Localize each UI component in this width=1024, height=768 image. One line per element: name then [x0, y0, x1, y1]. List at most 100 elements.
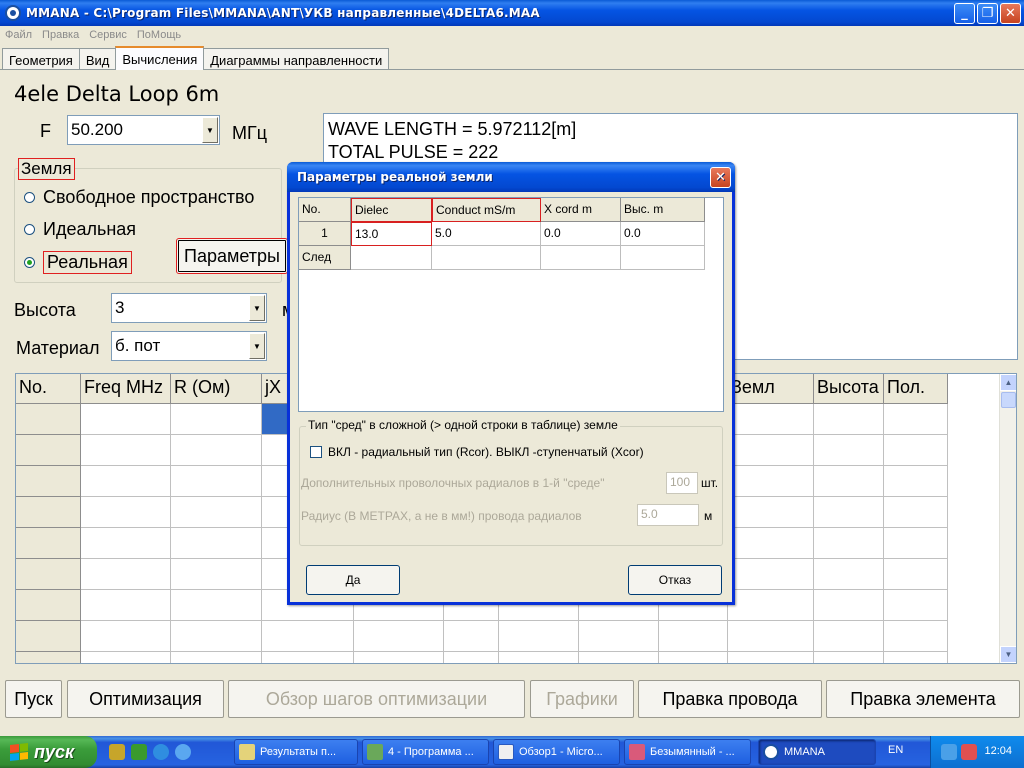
radial-radius-unit: м — [704, 509, 713, 523]
table-row[interactable] — [16, 621, 948, 652]
col-ground[interactable]: Земл — [728, 374, 814, 404]
cancel-button[interactable]: Отказ — [628, 565, 722, 595]
col-xcord[interactable]: X cord m — [541, 198, 621, 222]
close-button[interactable]: ✕ — [1000, 3, 1021, 24]
radio-real[interactable]: Реальная — [24, 251, 132, 274]
radio-free-space[interactable]: Свободное пространство — [24, 187, 254, 208]
edit-wire-button[interactable]: Правка провода — [638, 680, 822, 718]
tab-calculations[interactable]: Вычисления — [115, 46, 205, 70]
row-next: След — [299, 246, 351, 270]
optimization-steps-button[interactable]: Обзор шагов оптимизации — [228, 680, 525, 718]
taskbar-button-label: 4 - Программа ... — [388, 746, 474, 758]
table-row[interactable] — [16, 652, 948, 663]
language-indicator[interactable]: EN — [888, 744, 903, 756]
col-r[interactable]: R (Ом) — [171, 374, 262, 404]
grid-header-row: No. Dielec Conduct mS/m X cord m Выс. m — [299, 198, 723, 222]
title-bar[interactable]: MMANA - C:\Program Files\MMANA\ANT\УКВ н… — [0, 0, 1024, 26]
edit-element-button[interactable]: Правка элемента — [826, 680, 1020, 718]
cell-xcord[interactable]: 0.0 — [541, 222, 621, 246]
chevron-down-icon[interactable]: ▼ — [249, 333, 265, 359]
col-conduct[interactable]: Conduct mS/m — [432, 198, 541, 222]
scroll-up-icon[interactable]: ▲ — [1000, 374, 1016, 391]
dialog-close-icon[interactable]: ✕ — [710, 167, 731, 188]
cell-dielec[interactable] — [351, 246, 432, 270]
radio-perfect-label: Идеальная — [43, 219, 137, 239]
taskbar-button[interactable]: 4 - Программа ... — [362, 739, 489, 765]
restore-button[interactable]: ❐ — [977, 3, 998, 24]
col-dielec[interactable]: Dielec — [351, 198, 432, 222]
scroll-thumb[interactable] — [1001, 392, 1016, 408]
col-height[interactable]: Выс. m — [621, 198, 705, 222]
table-row[interactable]: 1 13.0 5.0 0.0 0.0 — [299, 222, 723, 246]
graphs-button[interactable]: Графики — [530, 680, 634, 718]
menu-file[interactable]: Файл — [5, 29, 32, 41]
radio-icon[interactable] — [24, 192, 35, 203]
taskbar-button[interactable]: Безымянный - ... — [624, 739, 751, 765]
radio-icon[interactable] — [24, 224, 35, 235]
freq-combo[interactable]: 50.200 ▼ — [67, 115, 220, 145]
word-document-icon — [498, 744, 514, 760]
dialog-title-bar[interactable]: Параметры реальной земли ✕ — [287, 162, 735, 192]
col-pol[interactable]: Пол. — [884, 374, 948, 404]
col-freq[interactable]: Freq MHz — [81, 374, 171, 404]
quick-launch-media-icon[interactable] — [175, 744, 191, 760]
tab-view[interactable]: Вид — [78, 48, 117, 70]
cell-dielec[interactable]: 13.0 — [351, 222, 432, 246]
scroll-down-icon[interactable]: ▼ — [1000, 646, 1016, 663]
material-value: б. пот — [115, 336, 161, 355]
ground-params-button[interactable]: Параметры — [176, 238, 288, 274]
menu-help[interactable]: ПоМощь — [137, 29, 181, 41]
optimize-button[interactable]: Оптимизация — [67, 680, 224, 718]
quick-launch-ie-icon[interactable] — [153, 744, 169, 760]
table-row[interactable]: След — [299, 246, 723, 270]
system-tray: 12:04 — [930, 736, 1024, 768]
radio-free-space-label: Свободное пространство — [43, 187, 255, 207]
menu-edit[interactable]: Правка — [42, 29, 79, 41]
output-line: WAVE LENGTH = 5.972112[m] — [328, 119, 577, 139]
cell-height[interactable] — [621, 246, 705, 270]
tab-patterns[interactable]: Диаграммы направленности — [203, 48, 390, 70]
radio-selected-icon[interactable] — [24, 257, 35, 268]
taskbar-button-active[interactable]: MMANA — [758, 739, 876, 765]
tab-geometry[interactable]: Геометрия — [2, 48, 80, 70]
ok-button[interactable]: Да — [306, 565, 400, 595]
taskbar-button-label: Результаты п... — [260, 746, 337, 758]
radio-perfect[interactable]: Идеальная — [24, 219, 136, 240]
menu-service[interactable]: Сервис — [89, 29, 127, 41]
taskbar-button[interactable]: Результаты п... — [234, 739, 358, 765]
menu-bar: Файл Правка Сервис ПоМощь — [0, 26, 1024, 44]
folder-icon — [239, 744, 255, 760]
radial-type-checkbox[interactable]: ВКЛ - радиальный тип (Rcor). ВЫКЛ -ступе… — [310, 445, 644, 459]
image-icon — [367, 744, 383, 760]
start-button[interactable]: пуск — [0, 736, 97, 768]
material-combo[interactable]: б. пот ▼ — [111, 331, 267, 361]
cell-xcord[interactable] — [541, 246, 621, 270]
col-height[interactable]: Высота — [814, 374, 884, 404]
clock[interactable]: 12:04 — [984, 745, 1012, 757]
col-no[interactable]: No. — [299, 198, 351, 222]
chevron-down-icon[interactable]: ▼ — [202, 117, 218, 143]
run-button[interactable]: Пуск — [5, 680, 62, 718]
cell-conduct[interactable] — [432, 246, 541, 270]
real-ground-dialog[interactable]: Параметры реальной земли ✕ No. Dielec Co… — [287, 162, 735, 605]
cell-conduct[interactable]: 5.0 — [432, 222, 541, 246]
radial-radius-input[interactable]: 5.0 — [637, 504, 699, 526]
row-number: 1 — [299, 222, 351, 246]
quick-launch-desktop-icon[interactable] — [131, 744, 147, 760]
taskbar-button-label: MMANA — [784, 746, 825, 758]
taskbar-button[interactable]: Обзор1 - Micro... — [493, 739, 620, 765]
ground-params-grid[interactable]: No. Dielec Conduct mS/m X cord m Выс. m … — [298, 197, 724, 412]
windows-logo-icon — [10, 743, 28, 761]
checkbox-icon[interactable] — [310, 446, 322, 458]
vertical-scrollbar[interactable]: ▲ ▼ — [999, 374, 1016, 663]
minimize-button[interactable]: _ — [954, 3, 975, 24]
chevron-down-icon[interactable]: ▼ — [249, 295, 265, 321]
cell-height[interactable]: 0.0 — [621, 222, 705, 246]
security-icon[interactable] — [961, 744, 977, 760]
col-no[interactable]: No. — [16, 374, 81, 404]
app-icon[interactable] — [5, 5, 21, 21]
height-combo[interactable]: 3 ▼ — [111, 293, 267, 323]
quick-launch-explorer-icon[interactable] — [109, 744, 125, 760]
network-icon[interactable] — [941, 744, 957, 760]
radials-count-input[interactable]: 100 — [666, 472, 698, 494]
